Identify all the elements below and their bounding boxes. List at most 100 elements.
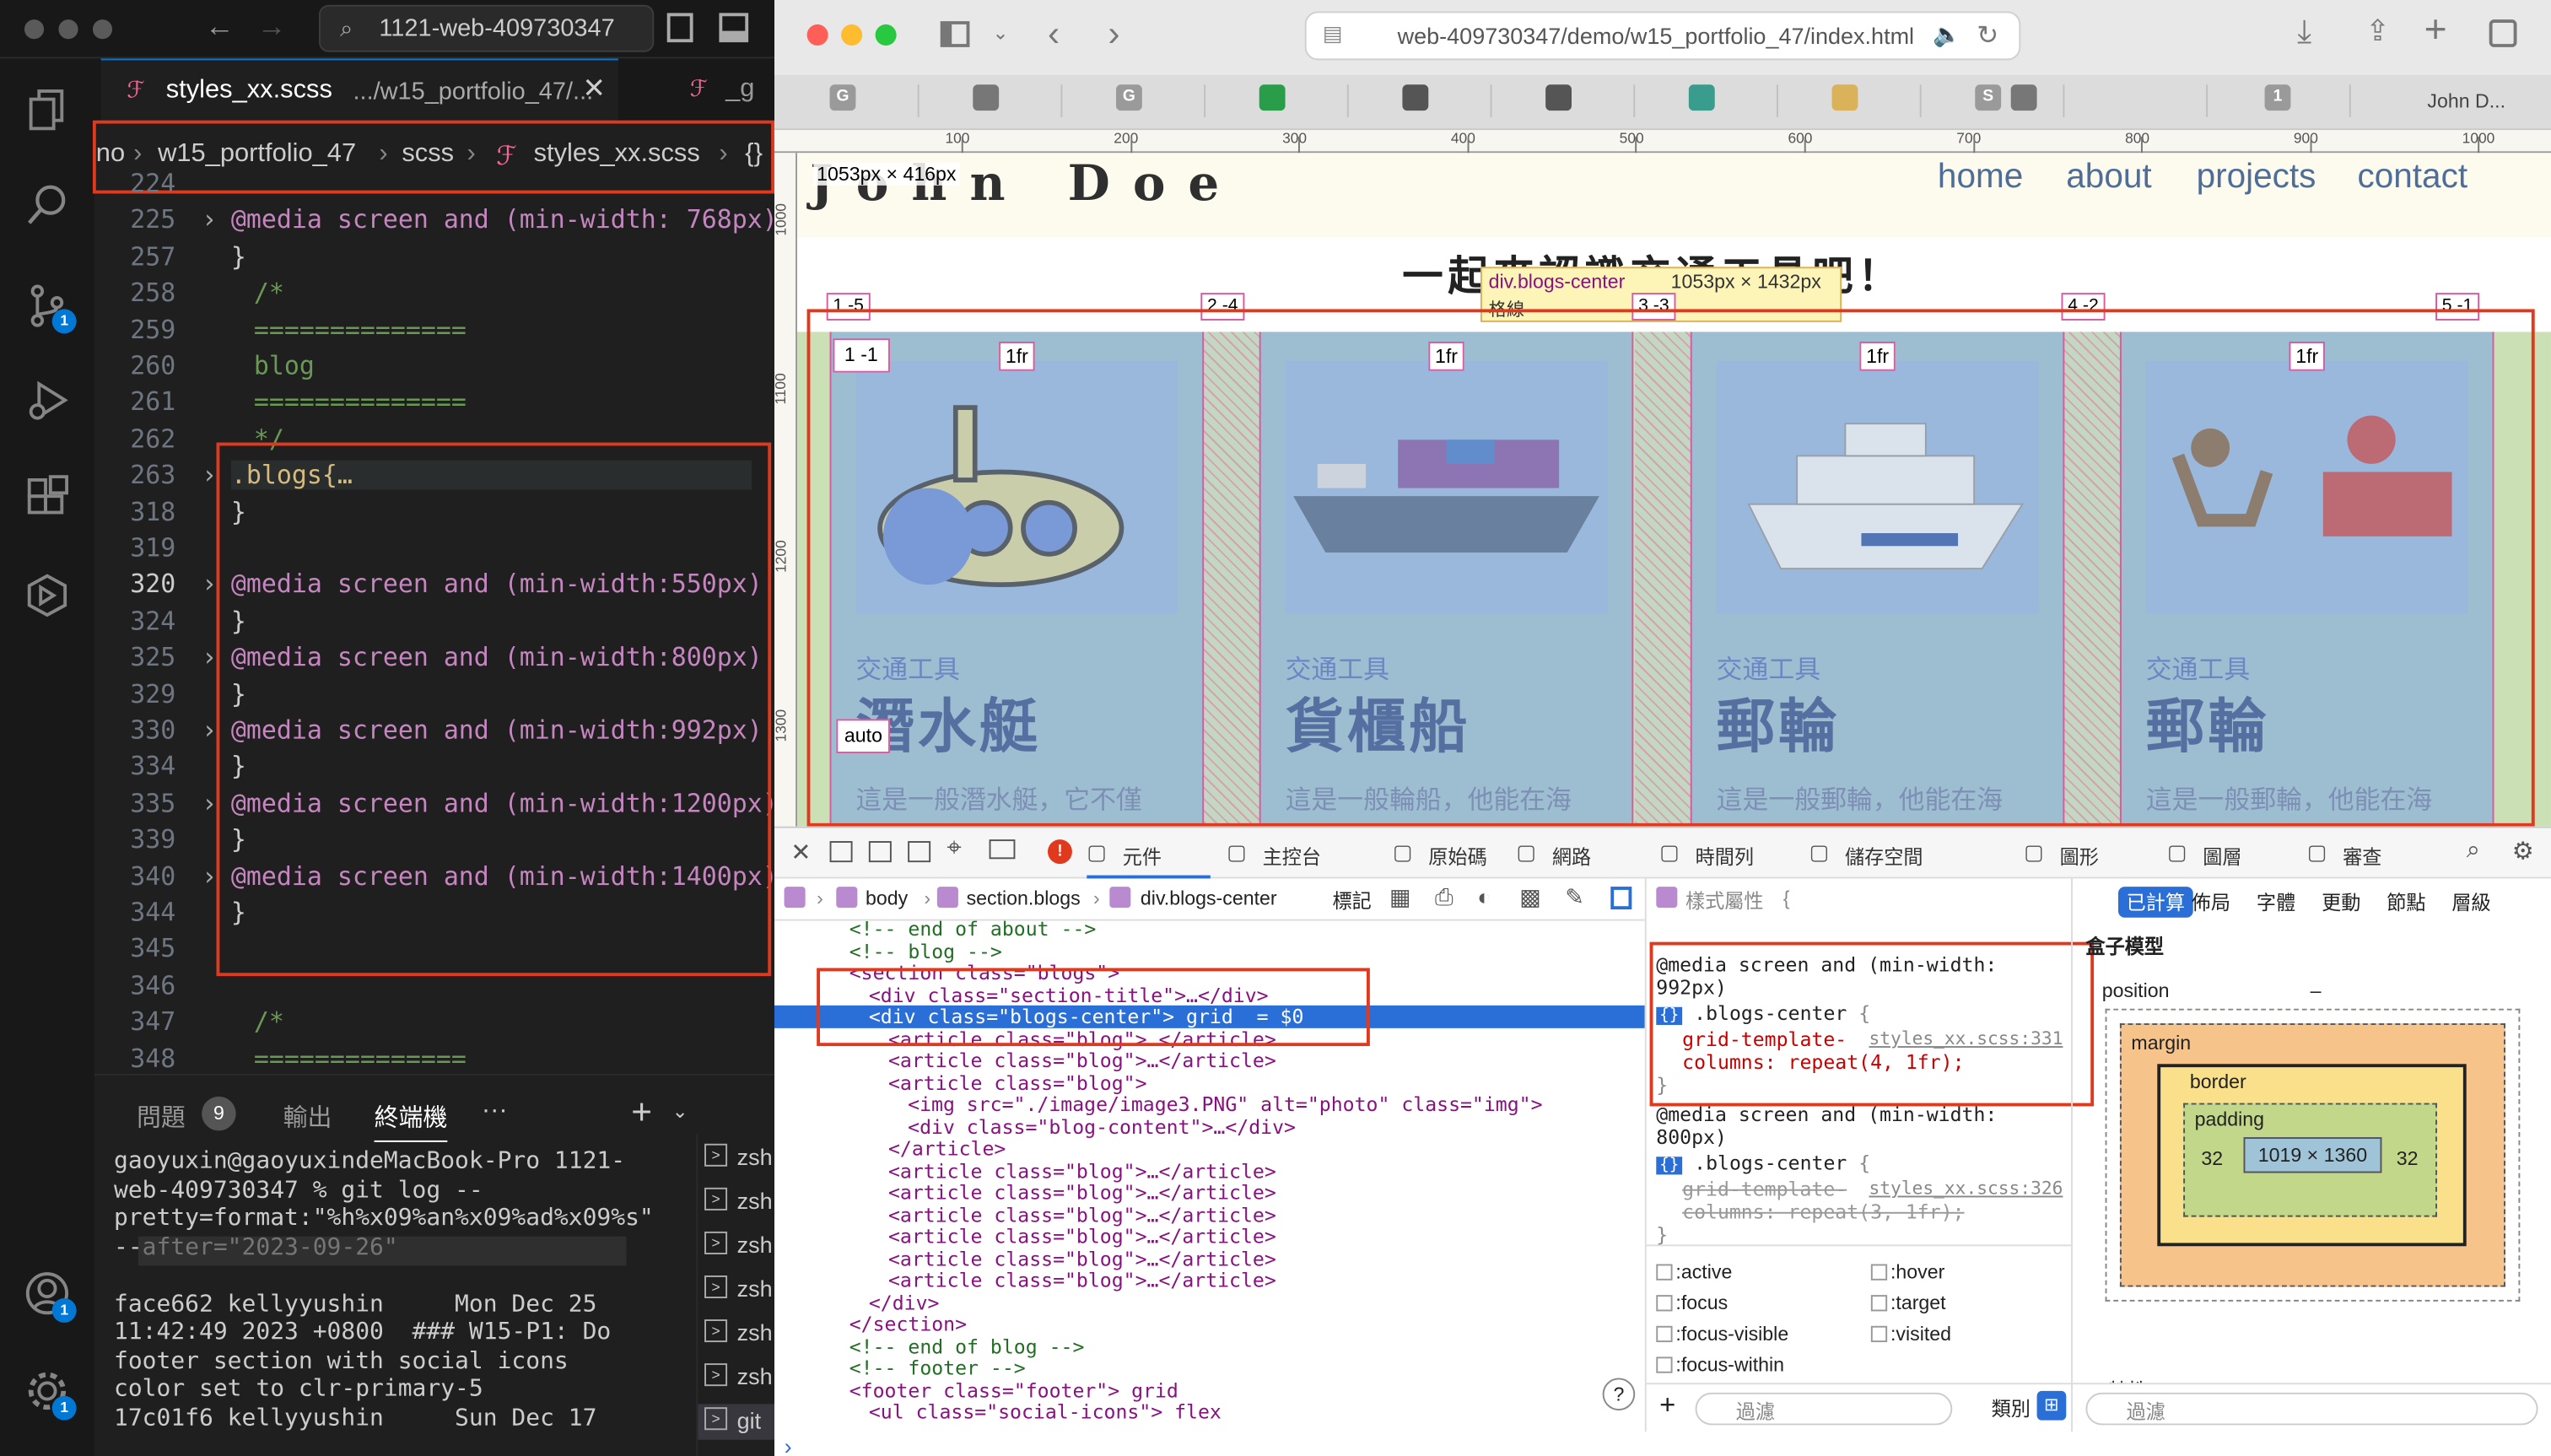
inspector-tab[interactable]: ▢ 圖形: [2024, 828, 2148, 879]
inspector-tab[interactable]: ▢ 元件: [1087, 828, 1211, 879]
dom-node[interactable]: <!-- end of about -->: [774, 921, 1645, 941]
speaker-icon[interactable]: 🔈: [1933, 21, 1961, 49]
dom-node[interactable]: <img src="./image/image3.PNG" alt="photo…: [774, 1093, 1645, 1116]
mark-button[interactable]: 標記: [1332, 887, 1371, 914]
filter-input[interactable]: 過濾: [2085, 1392, 2538, 1426]
nav-about[interactable]: about: [2066, 158, 2151, 197]
dom-node[interactable]: <article class="blog">…</article>: [774, 1225, 1645, 1248]
dom-node[interactable]: <article class="blog">: [774, 1071, 1645, 1094]
browser-tab-favicon[interactable]: [2010, 84, 2037, 111]
pseudo-class-checkbox[interactable]: :target: [1870, 1290, 1946, 1314]
sidebar-tab[interactable]: 字體: [2248, 887, 2304, 918]
inspector-tab[interactable]: ▢ 網路: [1516, 828, 1640, 879]
inspector-tab[interactable]: ▢ 時間列: [1659, 828, 1783, 879]
close-window-button[interactable]: [806, 24, 828, 46]
dock-side-icon[interactable]: [868, 841, 892, 863]
terminal-instance[interactable]: > zsh: [698, 1360, 776, 1395]
paint-icon[interactable]: ✎: [1565, 883, 1584, 911]
crumb-body[interactable]: body: [866, 887, 908, 909]
search-icon[interactable]: ⌕: [2467, 836, 2480, 864]
dom-node[interactable]: <article class="blog">…</article>: [774, 1159, 1645, 1182]
dom-node[interactable]: <article class="blog">…</article>: [774, 1247, 1645, 1270]
box-padding[interactable]: padding 32 1019 × 1360 32: [2183, 1103, 2437, 1217]
run-debug-icon[interactable]: [24, 377, 70, 423]
browser-tab-favicon[interactable]: [1259, 84, 1286, 111]
nav-projects[interactable]: projects: [2197, 158, 2316, 197]
remote-explorer-icon[interactable]: [24, 573, 70, 618]
browser-tab-favicon[interactable]: [973, 84, 1000, 111]
fold-chevron-icon[interactable]: ›: [202, 570, 217, 600]
tab-overview-icon[interactable]: [2489, 19, 2517, 47]
terminal-instance[interactable]: > zsh: [698, 1141, 776, 1176]
add-rule-icon[interactable]: +: [1659, 1389, 1675, 1422]
reload-icon[interactable]: ↻: [1977, 19, 1998, 52]
browser-tab-label[interactable]: John D...: [2427, 89, 2505, 112]
browser-tab-favicon[interactable]: [1688, 84, 1715, 111]
rule-source-link[interactable]: styles_xx.scss:326: [1869, 1178, 2063, 1200]
address-bar[interactable]: ▤ web-409730347/demo/w15_portfolio_47/in…: [1304, 11, 2021, 61]
terminal-instance[interactable]: > zsh: [698, 1316, 776, 1351]
sidebar-tab[interactable]: 節點: [2379, 887, 2435, 918]
sidebar-toggle-icon[interactable]: [1610, 887, 1632, 910]
command-center-search[interactable]: ⌕ 1121-web-409730347: [318, 4, 655, 52]
nav-home[interactable]: home: [1938, 158, 2023, 197]
filter-input[interactable]: 過濾: [1695, 1392, 1953, 1426]
download-icon[interactable]: ⤓: [2297, 14, 2311, 51]
browser-tab-favicon[interactable]: [1545, 84, 1572, 111]
sidebar-tab[interactable]: 更動: [2313, 887, 2369, 918]
content-size[interactable]: 1019 × 1360: [2243, 1137, 2382, 1173]
terminal-instance[interactable]: > zsh: [698, 1272, 776, 1308]
back-icon[interactable]: ‹: [1048, 13, 1060, 55]
fold-chevron-icon[interactable]: ›: [202, 643, 217, 672]
dom-node[interactable]: <footer class="footer"> grid: [774, 1378, 1645, 1401]
browser-tab-favicon[interactable]: [1402, 84, 1429, 111]
dock-bottom-icon[interactable]: [829, 841, 853, 863]
terminal-output[interactable]: gaoyuxin@gaoyuxindeMacBook-Pro 1121-web-…: [114, 1149, 654, 1450]
sidebar-tab[interactable]: 已計算: [2117, 887, 2193, 918]
inspector-tab[interactable]: ▢ 主控台: [1227, 828, 1351, 879]
inspector-tab[interactable]: ▢ 圖層: [2167, 828, 2291, 879]
close-icon[interactable]: ✕: [790, 838, 811, 867]
box-margin[interactable]: margin border padding 32 1019 × 1360 32: [2119, 1023, 2505, 1287]
style-rule-800[interactable]: @media screen and (min-width: 800px) {} …: [1656, 1103, 2063, 1246]
minimize-window-button[interactable]: [58, 19, 78, 40]
back-arrow-icon[interactable]: ←: [205, 10, 235, 44]
new-tab-icon[interactable]: +: [2424, 8, 2447, 54]
grid-icon[interactable]: ▩: [1519, 883, 1541, 911]
pseudo-class-checkbox[interactable]: :focus: [1656, 1290, 1728, 1314]
fold-chevron-icon[interactable]: ›: [202, 461, 217, 490]
dom-node[interactable]: <article class="blog">…</article>: [774, 1203, 1645, 1226]
browser-tab-favicon[interactable]: 1: [2264, 84, 2291, 111]
box-border[interactable]: border padding 32 1019 × 1360 32: [2157, 1064, 2467, 1247]
terminal-instance[interactable]: > zsh: [698, 1184, 776, 1220]
close-window-button[interactable]: [24, 19, 45, 40]
layout-icon[interactable]: ▦: [1389, 883, 1411, 911]
tab-output[interactable]: 輸出: [283, 1100, 332, 1134]
crumb-section[interactable]: section.blogs: [967, 887, 1081, 909]
terminal-instance[interactable]: > zsh: [698, 1228, 776, 1264]
share-icon[interactable]: ⇪: [2365, 14, 2390, 48]
category-toggle[interactable]: ⊞: [2036, 1390, 2067, 1421]
print-icon[interactable]: ⎙: [1435, 883, 1453, 911]
dom-node[interactable]: <article class="blog">…</article>: [774, 1269, 1645, 1292]
dom-node[interactable]: <div class="blog-content">…</div>: [774, 1115, 1645, 1138]
forward-arrow-icon[interactable]: →: [257, 10, 287, 44]
toggle-panel-icon[interactable]: [719, 13, 749, 43]
close-icon[interactable]: ✕: [582, 73, 605, 106]
error-icon[interactable]: !: [1047, 839, 1072, 865]
terminal-instance[interactable]: > git: [698, 1404, 776, 1440]
tab-second-label[interactable]: _g: [725, 75, 754, 105]
more-actions-icon[interactable]: ···: [482, 1097, 508, 1126]
crumb-div[interactable]: div.blogs-center: [1141, 887, 1277, 909]
browser-tab-favicon[interactable]: S: [1975, 84, 2002, 111]
sidebar-toggle-icon[interactable]: [940, 21, 970, 47]
pseudo-class-checkbox[interactable]: :focus-within: [1656, 1352, 1784, 1376]
dom-node[interactable]: <ul class="social-icons"> flex: [774, 1400, 1645, 1423]
dom-node[interactable]: <!-- footer -->: [774, 1356, 1645, 1379]
pseudo-class-checkbox[interactable]: :hover: [1870, 1259, 1944, 1283]
forward-icon[interactable]: ›: [1108, 13, 1119, 55]
nav-contact[interactable]: contact: [2357, 158, 2467, 197]
search-icon[interactable]: [24, 182, 70, 228]
chevron-down-icon[interactable]: ⌄: [992, 21, 1008, 44]
fold-chevron-icon[interactable]: ›: [202, 716, 217, 746]
